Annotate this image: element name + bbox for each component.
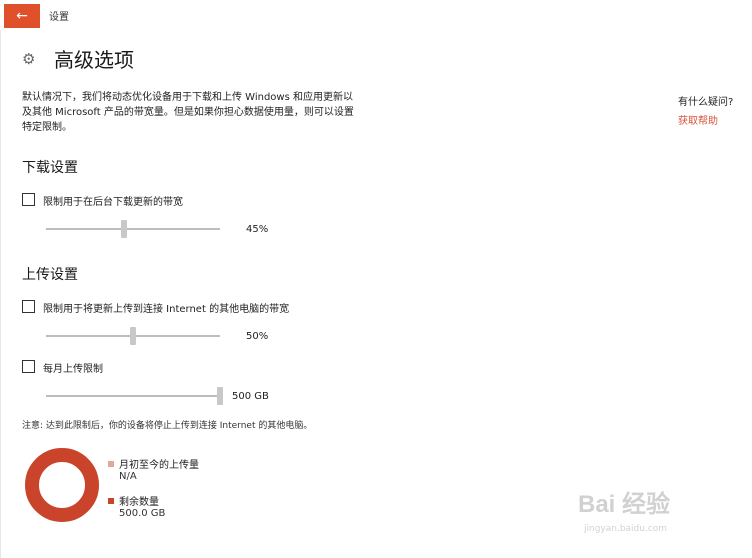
uploaded-label: 月初至今的上传量 bbox=[119, 460, 199, 471]
limit-note: 注意: 达到此限制后，你的设备将停止上传到连接 Internet 的其他电脑。 bbox=[22, 421, 313, 431]
monthly-limit-checkbox[interactable] bbox=[22, 360, 35, 373]
slider-thumb[interactable] bbox=[217, 387, 223, 405]
download-slider-value: 45% bbox=[246, 224, 269, 235]
uploaded-value: N/A bbox=[119, 471, 137, 482]
monthly-limit-label: 每月上传限制 bbox=[43, 364, 103, 375]
download-bandwidth-slider[interactable] bbox=[46, 220, 220, 238]
slider-thumb[interactable] bbox=[130, 327, 136, 345]
arrow-left-icon: ← bbox=[16, 8, 28, 24]
gear-icon: ⚙ bbox=[22, 50, 36, 68]
download-limit-checkbox[interactable] bbox=[22, 193, 35, 206]
usage-ring bbox=[25, 448, 99, 522]
upload-bandwidth-slider[interactable] bbox=[46, 327, 220, 345]
download-limit-label: 限制用于在后台下载更新的带宽 bbox=[43, 197, 183, 208]
get-help-link[interactable]: 获取帮助 bbox=[678, 112, 718, 127]
intro-text: 默认情况下，我们将动态优化设备用于下载和上传 Windows 和应用更新以及其他… bbox=[22, 92, 354, 133]
download-settings-heading: 下载设置 bbox=[22, 160, 78, 176]
slider-track bbox=[46, 228, 220, 230]
help-question: 有什么疑问? bbox=[678, 97, 734, 108]
page-title: 高级选项 bbox=[54, 48, 134, 72]
remaining-label: 剩余数量 bbox=[119, 497, 159, 508]
watermark-site: jingyan.baidu.com bbox=[584, 524, 668, 534]
slider-thumb[interactable] bbox=[121, 220, 128, 238]
uploaded-swatch bbox=[108, 461, 114, 467]
app-title: 设置 bbox=[49, 12, 69, 23]
upload-limit-label: 限制用于将更新上传到连接 Internet 的其他电脑的带宽 bbox=[43, 304, 290, 315]
title-bar: ← 设置 bbox=[0, 0, 752, 30]
remaining-value: 500.0 GB bbox=[119, 508, 166, 519]
upload-settings-heading: 上传设置 bbox=[22, 267, 78, 283]
back-button[interactable]: ← bbox=[4, 4, 40, 28]
monthly-slider-value: 500 GB bbox=[232, 391, 269, 402]
monthly-limit-slider[interactable] bbox=[46, 387, 223, 405]
watermark-logo: Bai 经验 bbox=[578, 491, 671, 518]
window-edge bbox=[0, 30, 1, 558]
upload-limit-checkbox[interactable] bbox=[22, 300, 35, 313]
remaining-swatch bbox=[108, 498, 114, 504]
usage-donut-chart bbox=[25, 448, 99, 522]
upload-slider-value: 50% bbox=[246, 331, 269, 342]
watermark: Bai 经验 jingyan.baidu.com bbox=[578, 484, 728, 544]
slider-track bbox=[46, 395, 220, 397]
